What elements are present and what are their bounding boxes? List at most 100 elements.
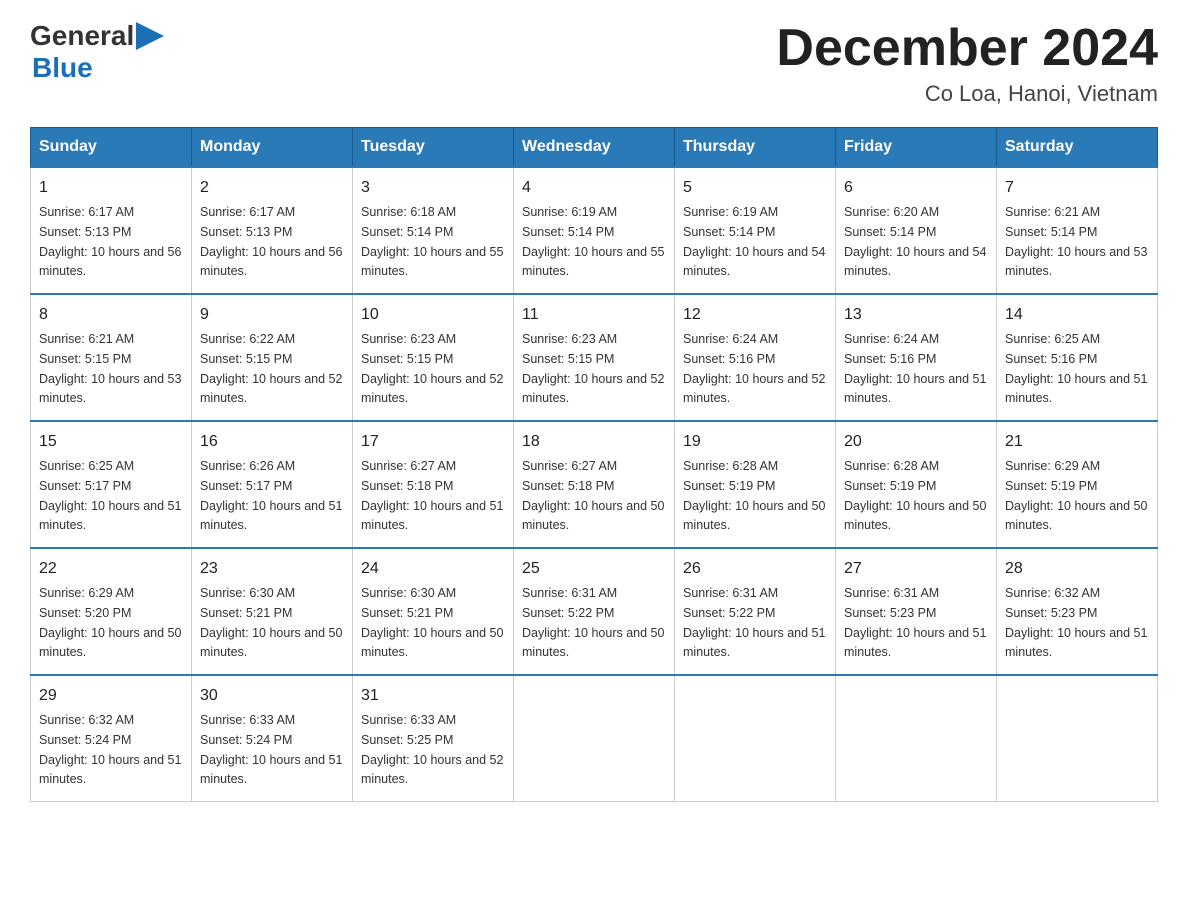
day-number: 3 [361,176,505,200]
day-number: 14 [1005,303,1149,327]
day-info: Sunrise: 6:21 AMSunset: 5:15 PMDaylight:… [39,332,181,405]
day-number: 7 [1005,176,1149,200]
calendar-cell: 9 Sunrise: 6:22 AMSunset: 5:15 PMDaylight… [192,294,353,421]
day-number: 22 [39,557,183,581]
day-info: Sunrise: 6:17 AMSunset: 5:13 PMDaylight:… [39,205,181,278]
calendar-cell: 16 Sunrise: 6:26 AMSunset: 5:17 PMDayligh… [192,421,353,548]
calendar-cell: 28 Sunrise: 6:32 AMSunset: 5:23 PMDayligh… [997,548,1158,675]
day-info: Sunrise: 6:24 AMSunset: 5:16 PMDaylight:… [844,332,986,405]
day-header-friday: Friday [836,128,997,168]
day-info: Sunrise: 6:19 AMSunset: 5:14 PMDaylight:… [683,205,825,278]
day-info: Sunrise: 6:33 AMSunset: 5:25 PMDaylight:… [361,713,503,786]
day-header-tuesday: Tuesday [353,128,514,168]
day-number: 21 [1005,430,1149,454]
day-info: Sunrise: 6:27 AMSunset: 5:18 PMDaylight:… [361,459,503,532]
calendar-cell: 26Sunrise: 6:31 AMSunset: 5:22 PMDayligh… [675,548,836,675]
day-number: 18 [522,430,666,454]
calendar-cell [997,675,1158,802]
day-header-row: SundayMondayTuesdayWednesdayThursdayFrid… [31,128,1158,168]
day-number: 30 [200,684,344,708]
day-header-sunday: Sunday [31,128,192,168]
calendar-cell: 20Sunrise: 6:28 AMSunset: 5:19 PMDayligh… [836,421,997,548]
day-info: Sunrise: 6:33 AMSunset: 5:24 PMDaylight:… [200,713,342,786]
logo-text-blue: Blue [32,52,164,84]
day-number: 26 [683,557,827,581]
day-info: Sunrise: 6:23 AMSunset: 5:15 PMDaylight:… [361,332,503,405]
logo: General Blue [30,20,164,84]
day-number: 15 [39,430,183,454]
calendar-cell: 31 Sunrise: 6:33 AMSunset: 5:25 PMDayligh… [353,675,514,802]
page-header: General Blue December 2024 Co Loa, Hanoi… [30,20,1158,107]
day-info: Sunrise: 6:32 AMSunset: 5:23 PMDaylight:… [1005,586,1147,659]
calendar-table: SundayMondayTuesdayWednesdayThursdayFrid… [30,127,1158,802]
day-info: Sunrise: 6:30 AMSunset: 5:21 PMDaylight:… [361,586,503,659]
week-row-3: 15 Sunrise: 6:25 AMSunset: 5:17 PMDayligh… [31,421,1158,548]
day-info: Sunrise: 6:20 AMSunset: 5:14 PMDaylight:… [844,205,986,278]
calendar-cell: 12Sunrise: 6:24 AMSunset: 5:16 PMDayligh… [675,294,836,421]
day-number: 28 [1005,557,1149,581]
day-number: 19 [683,430,827,454]
calendar-cell: 13 Sunrise: 6:24 AMSunset: 5:16 PMDayligh… [836,294,997,421]
week-row-1: 1 Sunrise: 6:17 AMSunset: 5:13 PMDaylight… [31,167,1158,294]
day-number: 13 [844,303,988,327]
logo-arrow-icon [136,22,164,50]
week-row-5: 29Sunrise: 6:32 AMSunset: 5:24 PMDayligh… [31,675,1158,802]
day-info: Sunrise: 6:28 AMSunset: 5:19 PMDaylight:… [683,459,825,532]
calendar-cell: 27 Sunrise: 6:31 AMSunset: 5:23 PMDayligh… [836,548,997,675]
calendar-cell: 30 Sunrise: 6:33 AMSunset: 5:24 PMDayligh… [192,675,353,802]
day-header-thursday: Thursday [675,128,836,168]
day-number: 27 [844,557,988,581]
week-row-4: 22Sunrise: 6:29 AMSunset: 5:20 PMDayligh… [31,548,1158,675]
calendar-cell: 23Sunrise: 6:30 AMSunset: 5:21 PMDayligh… [192,548,353,675]
day-info: Sunrise: 6:24 AMSunset: 5:16 PMDaylight:… [683,332,825,405]
day-number: 9 [200,303,344,327]
calendar-cell: 21 Sunrise: 6:29 AMSunset: 5:19 PMDayligh… [997,421,1158,548]
day-info: Sunrise: 6:22 AMSunset: 5:15 PMDaylight:… [200,332,342,405]
calendar-cell: 25 Sunrise: 6:31 AMSunset: 5:22 PMDayligh… [514,548,675,675]
day-info: Sunrise: 6:32 AMSunset: 5:24 PMDaylight:… [39,713,181,786]
day-info: Sunrise: 6:17 AMSunset: 5:13 PMDaylight:… [200,205,342,278]
calendar-cell: 14Sunrise: 6:25 AMSunset: 5:16 PMDayligh… [997,294,1158,421]
calendar-cell: 7 Sunrise: 6:21 AMSunset: 5:14 PMDaylight… [997,167,1158,294]
day-info: Sunrise: 6:29 AMSunset: 5:19 PMDaylight:… [1005,459,1147,532]
calendar-cell: 4Sunrise: 6:19 AMSunset: 5:14 PMDaylight… [514,167,675,294]
calendar-cell: 2Sunrise: 6:17 AMSunset: 5:13 PMDaylight… [192,167,353,294]
calendar-cell: 17Sunrise: 6:27 AMSunset: 5:18 PMDayligh… [353,421,514,548]
day-number: 11 [522,303,666,327]
day-info: Sunrise: 6:31 AMSunset: 5:23 PMDaylight:… [844,586,986,659]
calendar-cell: 15 Sunrise: 6:25 AMSunset: 5:17 PMDayligh… [31,421,192,548]
day-info: Sunrise: 6:26 AMSunset: 5:17 PMDaylight:… [200,459,342,532]
title-area: December 2024 Co Loa, Hanoi, Vietnam [776,20,1158,107]
day-info: Sunrise: 6:21 AMSunset: 5:14 PMDaylight:… [1005,205,1147,278]
calendar-cell [675,675,836,802]
day-header-saturday: Saturday [997,128,1158,168]
day-header-wednesday: Wednesday [514,128,675,168]
calendar-cell [514,675,675,802]
day-number: 1 [39,176,183,200]
calendar-cell [836,675,997,802]
day-number: 5 [683,176,827,200]
day-number: 23 [200,557,344,581]
calendar-subtitle: Co Loa, Hanoi, Vietnam [776,81,1158,107]
day-info: Sunrise: 6:31 AMSunset: 5:22 PMDaylight:… [522,586,664,659]
day-number: 25 [522,557,666,581]
calendar-cell: 24 Sunrise: 6:30 AMSunset: 5:21 PMDayligh… [353,548,514,675]
calendar-cell: 19 Sunrise: 6:28 AMSunset: 5:19 PMDayligh… [675,421,836,548]
calendar-cell: 29Sunrise: 6:32 AMSunset: 5:24 PMDayligh… [31,675,192,802]
day-number: 31 [361,684,505,708]
calendar-cell: 6 Sunrise: 6:20 AMSunset: 5:14 PMDaylight… [836,167,997,294]
day-info: Sunrise: 6:19 AMSunset: 5:14 PMDaylight:… [522,205,664,278]
day-number: 16 [200,430,344,454]
calendar-cell: 11 Sunrise: 6:23 AMSunset: 5:15 PMDayligh… [514,294,675,421]
day-info: Sunrise: 6:25 AMSunset: 5:17 PMDaylight:… [39,459,181,532]
day-number: 6 [844,176,988,200]
day-info: Sunrise: 6:27 AMSunset: 5:18 PMDaylight:… [522,459,664,532]
calendar-title: December 2024 [776,20,1158,77]
calendar-cell: 3 Sunrise: 6:18 AMSunset: 5:14 PMDaylight… [353,167,514,294]
day-info: Sunrise: 6:28 AMSunset: 5:19 PMDaylight:… [844,459,986,532]
day-number: 24 [361,557,505,581]
calendar-cell: 1 Sunrise: 6:17 AMSunset: 5:13 PMDaylight… [31,167,192,294]
day-info: Sunrise: 6:18 AMSunset: 5:14 PMDaylight:… [361,205,503,278]
calendar-cell: 22Sunrise: 6:29 AMSunset: 5:20 PMDayligh… [31,548,192,675]
day-info: Sunrise: 6:23 AMSunset: 5:15 PMDaylight:… [522,332,664,405]
